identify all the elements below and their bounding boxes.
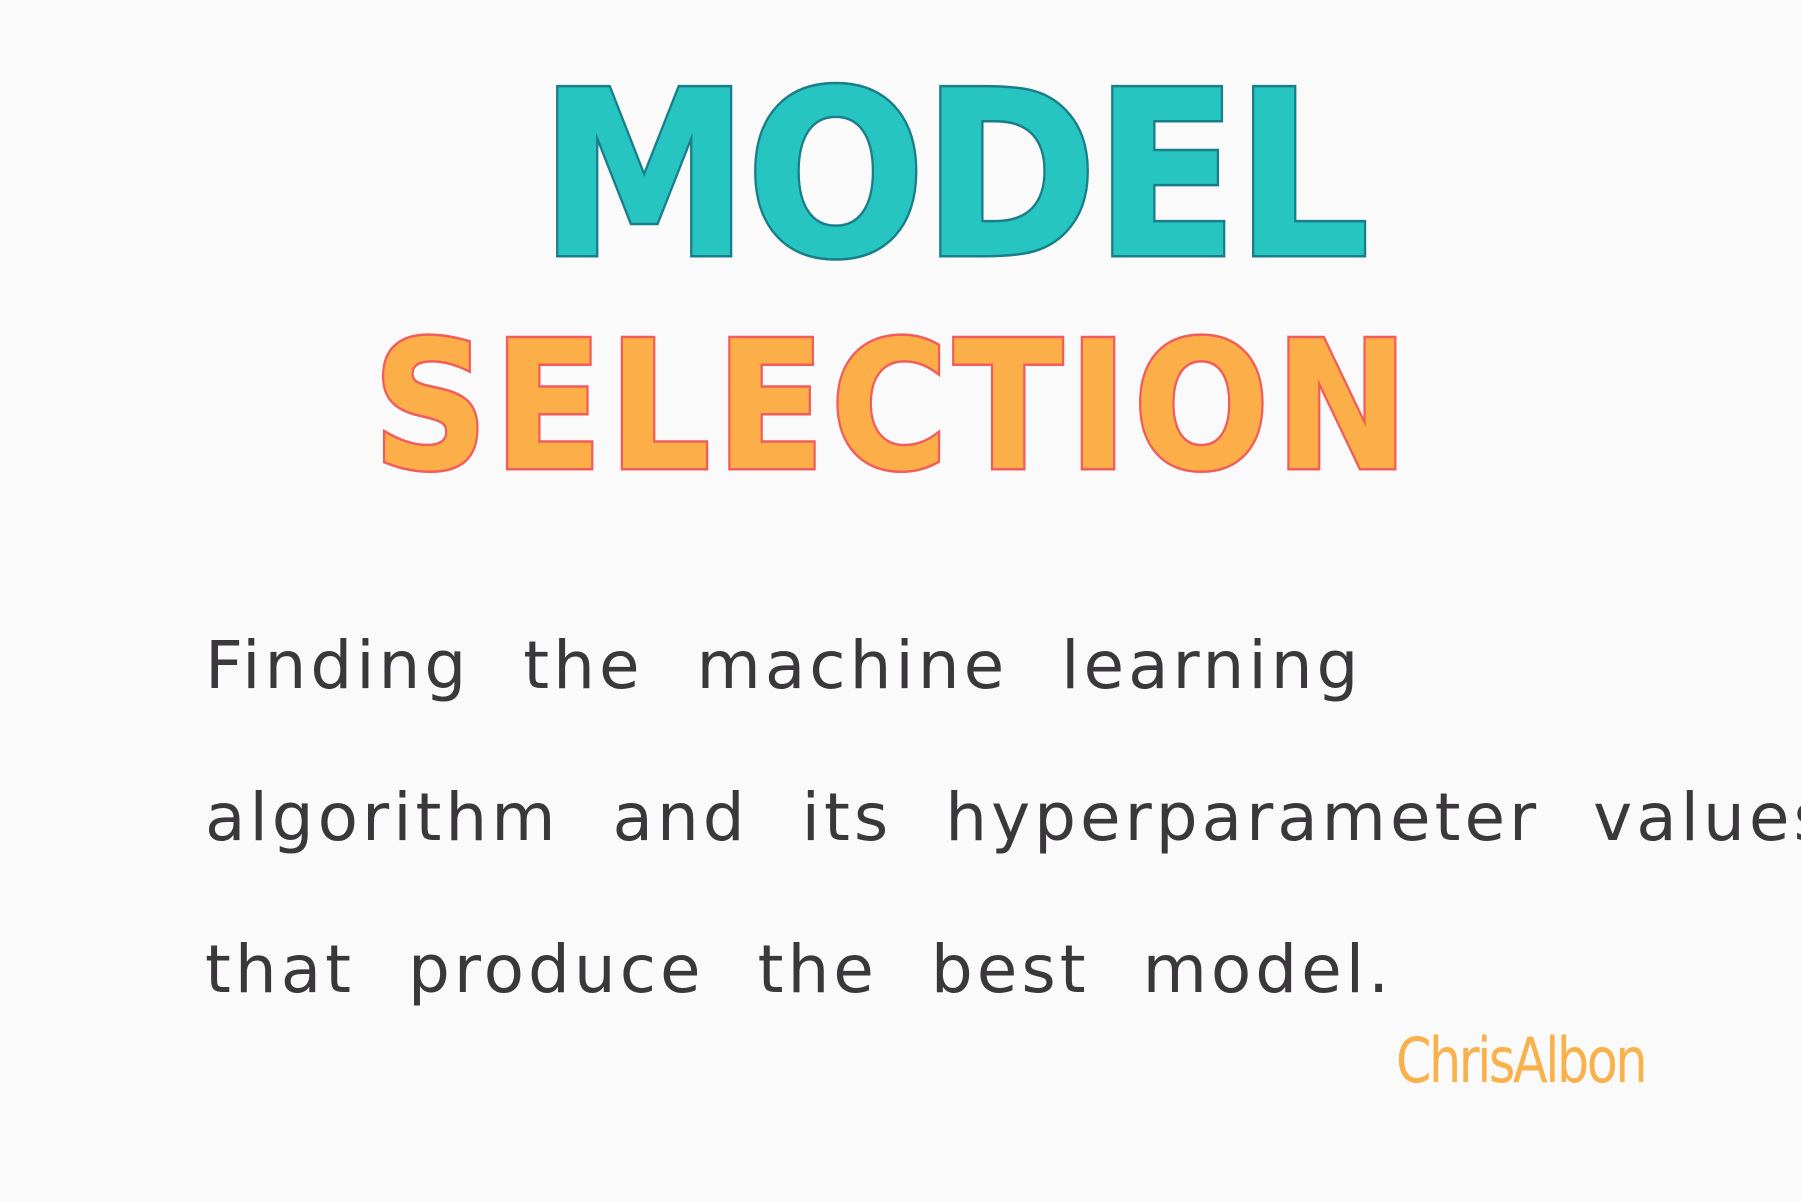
title-line-selection: Selection — [370, 303, 1415, 510]
title-line-model: Model — [537, 43, 1372, 310]
definition-line: algorithm and its hyperparameter values — [205, 779, 1801, 856]
definition-text: Finding the machine learning algorithm a… — [205, 590, 1801, 1046]
flashcard: Model Selection Finding the machine lear… — [0, 0, 1801, 1201]
author-signature: ChrisAlbon — [1396, 1024, 1648, 1097]
definition-line: Finding the machine learning — [205, 627, 1363, 704]
